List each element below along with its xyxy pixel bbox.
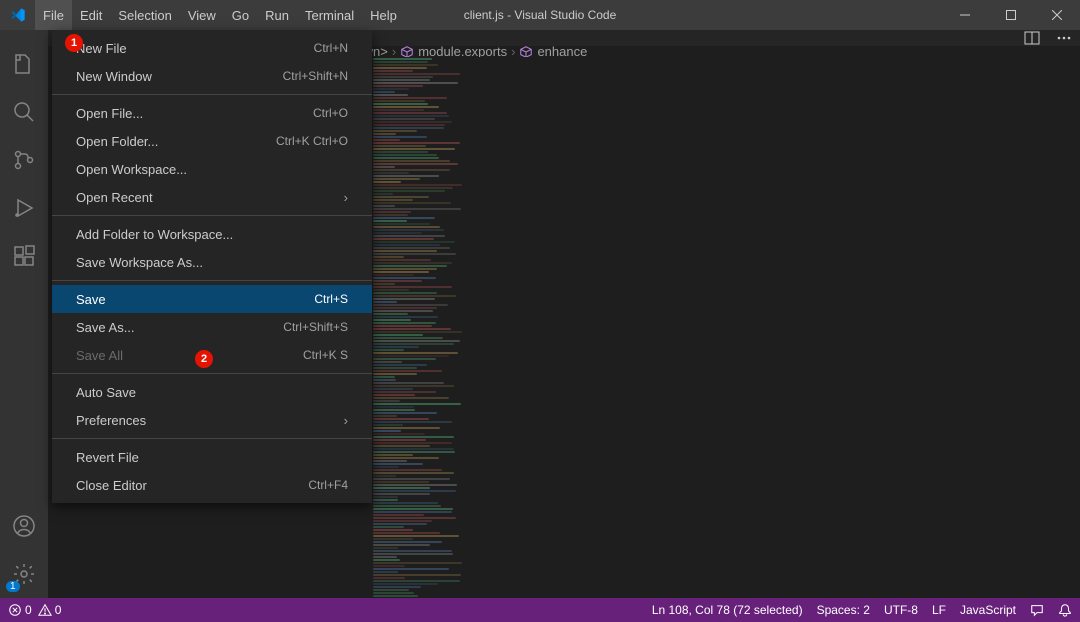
menubar: FileEditSelectionViewGoRunTerminalHelp <box>35 0 405 30</box>
menuitem-auto-save[interactable]: Auto Save <box>52 378 372 406</box>
menuitem-open-recent[interactable]: Open Recent› <box>52 183 372 211</box>
search-icon[interactable] <box>0 88 48 136</box>
warnings-icon[interactable]: 0 <box>38 603 62 617</box>
errors-icon[interactable]: 0 <box>8 603 32 617</box>
menuitem-open-folder[interactable]: Open Folder...Ctrl+K Ctrl+O <box>52 127 372 155</box>
run-debug-icon[interactable] <box>0 184 48 232</box>
annotation-badge-1: 1 <box>65 34 83 52</box>
more-actions-icon[interactable] <box>1056 30 1072 46</box>
menuitem-save-as[interactable]: Save As...Ctrl+Shift+S <box>52 313 372 341</box>
title-bar: FileEditSelectionViewGoRunTerminalHelp c… <box>0 0 1080 30</box>
menuitem-revert-file[interactable]: Revert File <box>52 443 372 471</box>
feedback-icon[interactable] <box>1030 603 1044 617</box>
symbol-icon <box>400 46 414 57</box>
menuitem-save[interactable]: SaveCtrl+S <box>52 285 372 313</box>
menu-file[interactable]: File <box>35 0 72 30</box>
status-bar: 0 0 Ln 108, Col 78 (72 selected) Spaces:… <box>0 598 1080 622</box>
menuitem-add-folder-to-workspace[interactable]: Add Folder to Workspace... <box>52 220 372 248</box>
accounts-icon[interactable] <box>0 502 48 550</box>
source-control-icon[interactable] <box>0 136 48 184</box>
menuitem-preferences[interactable]: Preferences› <box>52 406 372 434</box>
menuitem-close-editor[interactable]: Close EditorCtrl+F4 <box>52 471 372 499</box>
menuitem-new-file[interactable]: New FileCtrl+N <box>52 34 372 62</box>
menu-edit[interactable]: Edit <box>72 0 110 30</box>
close-button[interactable] <box>1034 0 1080 30</box>
maximize-button[interactable] <box>988 0 1034 30</box>
menuitem-save-workspace-as[interactable]: Save Workspace As... <box>52 248 372 276</box>
minimap[interactable] <box>369 57 475 598</box>
menuitem-new-window[interactable]: New WindowCtrl+Shift+N <box>52 62 372 90</box>
menu-terminal[interactable]: Terminal <box>297 0 362 30</box>
file-menu-dropdown: New FileCtrl+NNew WindowCtrl+Shift+N Open… <box>52 30 372 503</box>
menu-run[interactable]: Run <box>257 0 297 30</box>
split-editor-icon[interactable] <box>1024 30 1040 46</box>
breadcrumb-item[interactable]: module.exports <box>400 46 507 57</box>
cursor-position[interactable]: Ln 108, Col 78 (72 selected) <box>652 603 803 617</box>
menu-view[interactable]: View <box>180 0 224 30</box>
menu-help[interactable]: Help <box>362 0 405 30</box>
explorer-icon[interactable] <box>0 40 48 88</box>
vscode-icon <box>0 7 35 23</box>
encoding[interactable]: UTF-8 <box>884 603 918 617</box>
menuitem-open-file[interactable]: Open File...Ctrl+O <box>52 99 372 127</box>
menu-go[interactable]: Go <box>224 0 257 30</box>
annotation-badge-2: 2 <box>195 350 213 368</box>
notifications-icon[interactable] <box>1058 603 1072 617</box>
indentation[interactable]: Spaces: 2 <box>817 603 870 617</box>
window-controls <box>942 0 1080 30</box>
activity-bar: 1 <box>0 30 48 598</box>
eol[interactable]: LF <box>932 603 946 617</box>
menu-selection[interactable]: Selection <box>110 0 179 30</box>
symbol-icon <box>519 46 533 57</box>
language-mode[interactable]: JavaScript <box>960 603 1016 617</box>
breadcrumb-item[interactable]: enhance <box>519 46 587 57</box>
minimize-button[interactable] <box>942 0 988 30</box>
extensions-icon[interactable] <box>0 232 48 280</box>
settings-badge: 1 <box>6 581 20 592</box>
menuitem-open-workspace[interactable]: Open Workspace... <box>52 155 372 183</box>
settings-gear-icon[interactable]: 1 <box>0 550 48 598</box>
